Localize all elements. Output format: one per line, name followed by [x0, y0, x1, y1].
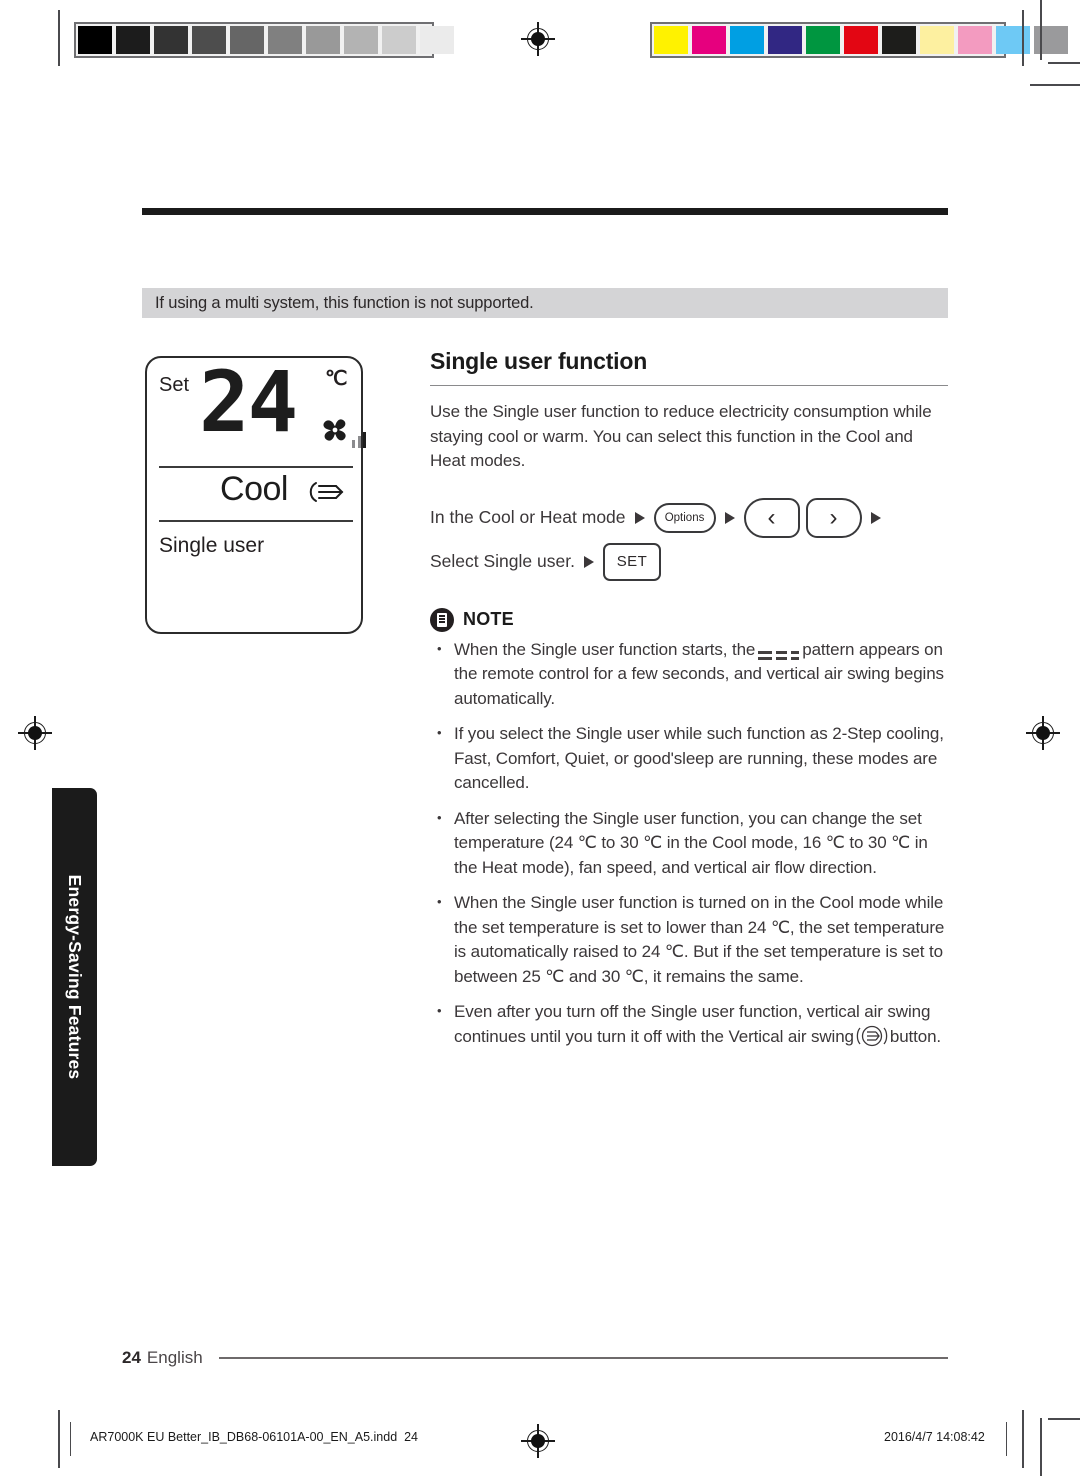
- lcd-set-label: Set: [159, 374, 190, 396]
- step-1-label: In the Cool or Heat mode: [430, 507, 626, 528]
- print-production-footer: AR7000K EU Better_IB_DB68-06101A-00_EN_A…: [0, 1422, 1080, 1456]
- page-language: English: [146, 1348, 203, 1367]
- section-title: Single user function: [430, 348, 648, 374]
- list-item: Even after you turn off the Single user …: [430, 999, 948, 1055]
- left-arrow-button[interactable]: ‹: [743, 497, 800, 538]
- print-timestamp: 2016/4/7 14:08:42: [884, 1430, 985, 1444]
- lcd-divider-1: [159, 466, 353, 468]
- list-item: When the Single user function starts, th…: [430, 637, 948, 712]
- manual-page: If using a multi system, this function i…: [0, 0, 1080, 1476]
- multi-system-banner-text: If using a multi system, this function i…: [155, 293, 534, 312]
- print-file-name: AR7000K EU Better_IB_DB68-06101A-00_EN_A…: [90, 1430, 419, 1444]
- lcd-status-label: Single user: [159, 534, 265, 557]
- vertical-air-swing-button-icon: [855, 1025, 889, 1055]
- chapter-side-tab-label: Energy-Saving Features: [65, 874, 85, 1080]
- note-document-icon: [430, 607, 454, 632]
- header-rule: [142, 208, 948, 215]
- step-2-label: Select Single user.: [430, 551, 575, 572]
- multi-system-banner: If using a multi system, this function i…: [142, 288, 948, 318]
- remote-lcd-illustration: Set 24 ℃ Cool Single user: [145, 353, 366, 634]
- dash-pattern-icon: [758, 650, 800, 660]
- step-row-1: In the Cool or Heat mode Options ‹ ›: [430, 496, 948, 540]
- list-item: If you select the Single user while such…: [430, 721, 948, 796]
- section-title-rule: [430, 385, 948, 387]
- footer-rule: [218, 1357, 948, 1359]
- step-arrow-icon: [583, 555, 594, 568]
- list-item: After selecting the Single user function…: [430, 806, 948, 881]
- vertical-air-swing-icon: [305, 476, 349, 513]
- page-number: 24: [122, 1348, 141, 1367]
- page-footer: 24 English: [122, 1348, 948, 1368]
- note-bullet-1-pre: When the Single user function starts, th…: [454, 639, 756, 659]
- content-column: Single user function Use the Single user…: [430, 348, 948, 1054]
- note-bullet-5-post: button.: [889, 1026, 942, 1046]
- list-item: When the Single user function is turned …: [430, 890, 948, 989]
- set-button[interactable]: SET: [602, 542, 661, 581]
- note-bullet-list: When the Single user function starts, th…: [430, 637, 948, 1055]
- step-row-2: Select Single user. SET: [430, 540, 948, 584]
- chapter-side-tab: Energy-Saving Features: [52, 788, 97, 1166]
- right-arrow-button[interactable]: ›: [805, 497, 862, 538]
- fan-speed-bars: [352, 432, 366, 448]
- fan-icon: [315, 410, 355, 455]
- step-arrow-icon: [870, 511, 881, 524]
- options-button[interactable]: Options: [653, 502, 716, 533]
- step-arrow-icon: [724, 511, 735, 524]
- section-intro: Use the Single user function to reduce e…: [430, 402, 932, 471]
- note-header: NOTE: [430, 607, 948, 632]
- step-arrow-icon: [634, 511, 645, 524]
- lcd-divider-2: [159, 520, 353, 522]
- note-label: NOTE: [463, 609, 514, 630]
- lcd-degree-unit: ℃: [325, 368, 348, 390]
- lcd-temperature-value: 24: [199, 353, 298, 451]
- step-instructions: In the Cool or Heat mode Options ‹ › Sel…: [430, 496, 948, 584]
